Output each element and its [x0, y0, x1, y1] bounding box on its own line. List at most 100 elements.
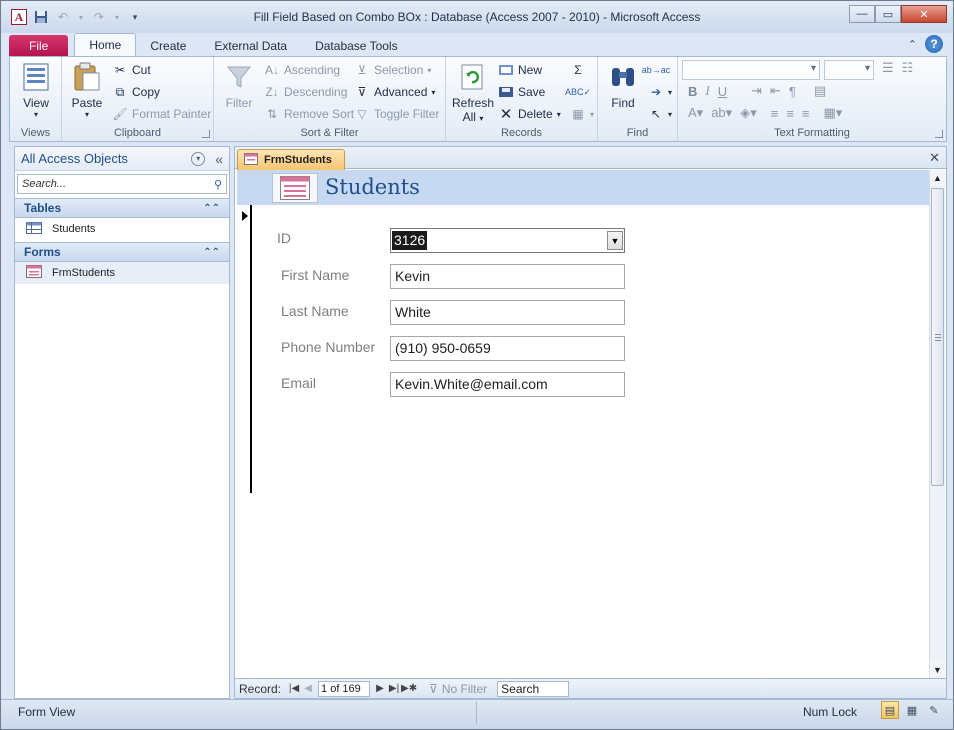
- align-center-icon[interactable]: ≡: [786, 106, 794, 121]
- tab-home[interactable]: Home: [74, 33, 137, 57]
- clipboard-launcher-icon[interactable]: [202, 130, 210, 138]
- last-record-icon[interactable]: ▶|: [387, 683, 401, 694]
- select-button[interactable]: ↖ ▾: [648, 104, 672, 124]
- font-family-combo[interactable]: [682, 60, 820, 80]
- num-lock-indicator: Num Lock: [802, 705, 857, 719]
- next-record-icon[interactable]: ▶: [373, 683, 387, 694]
- remove-sort-button[interactable]: ⇅ Remove Sort: [264, 104, 354, 124]
- collapse-tables-icon[interactable]: ⌃⌃: [203, 203, 220, 214]
- nav-search-box[interactable]: Search... ⚲: [17, 174, 227, 194]
- refresh-dropdown-icon: ▾: [479, 114, 484, 123]
- descending-button[interactable]: Z↓ Descending: [264, 82, 347, 102]
- search-icon[interactable]: ⚲: [214, 178, 222, 191]
- bold-icon[interactable]: B: [688, 84, 697, 99]
- tab-file[interactable]: File: [9, 35, 69, 57]
- fill-color-icon[interactable]: ◈▾: [740, 105, 757, 121]
- more-records-button[interactable]: ▦ ▾: [570, 104, 594, 124]
- selection-button[interactable]: ⊻ Selection ▾: [354, 60, 432, 80]
- goto-button[interactable]: ➔ ▾: [648, 82, 672, 102]
- first-name-field[interactable]: Kevin: [390, 264, 625, 289]
- design-view-icon[interactable]: ✎: [925, 701, 943, 719]
- collapse-forms-icon[interactable]: ⌃⌃: [203, 247, 220, 258]
- nav-group-tables[interactable]: Tables ⌃⌃: [15, 198, 229, 218]
- scissors-icon: ✂: [114, 63, 126, 77]
- spelling-check-icon: ABC✓: [564, 86, 592, 97]
- gridlines-icon[interactable]: ▤: [814, 83, 826, 99]
- align-left-icon[interactable]: ≡: [771, 106, 779, 121]
- scroll-down-icon[interactable]: ▼: [930, 662, 945, 678]
- delete-record-button[interactable]: ✕ Delete ▾: [498, 104, 561, 124]
- shutter-bar-close-icon[interactable]: «: [215, 151, 223, 167]
- maximize-button[interactable]: ▭: [875, 5, 901, 23]
- find-button[interactable]: Find: [602, 61, 644, 110]
- record-selector[interactable]: [235, 205, 252, 493]
- bullets-icon[interactable]: ☰: [882, 60, 894, 76]
- numbering-icon[interactable]: ☷: [902, 60, 914, 76]
- vertical-scrollbar[interactable]: ▲ ▼: [929, 170, 945, 678]
- outdent-icon[interactable]: ⇤: [770, 83, 781, 99]
- align-right-icon[interactable]: ≡: [802, 106, 810, 121]
- record-navigation-bar: Record: |◀ ◀ 1 of 169 ▶ ▶| ▶✱ ⊽ No Filte…: [235, 678, 946, 698]
- indent-icon[interactable]: ⇥: [751, 83, 762, 99]
- phone-number-field[interactable]: (910) 950-0659: [390, 336, 625, 361]
- nav-item-frmstudents-form[interactable]: FrmStudents: [15, 262, 229, 284]
- replace-button[interactable]: ab→ac: [642, 60, 671, 80]
- delete-dropdown-icon: ▾: [556, 109, 561, 119]
- toggle-filter-button[interactable]: ▽ Toggle Filter: [354, 104, 439, 124]
- filter-status[interactable]: ⊽ No Filter: [429, 682, 487, 696]
- help-icon[interactable]: ?: [925, 35, 943, 53]
- tab-database-tools[interactable]: Database Tools: [301, 35, 412, 57]
- save-label: Save: [518, 85, 546, 99]
- nav-menu-dropdown-icon[interactable]: ▾: [191, 151, 206, 166]
- font-color-icon[interactable]: A▾: [688, 105, 703, 121]
- copy-button[interactable]: ⧉ Copy: [112, 82, 160, 102]
- current-record-field[interactable]: 1 of 169: [318, 680, 371, 697]
- ascending-button[interactable]: A↓ Ascending: [264, 60, 340, 80]
- close-document-icon[interactable]: ✕: [929, 150, 940, 166]
- first-record-icon[interactable]: |◀: [287, 683, 301, 694]
- paste-button[interactable]: Paste ▾: [66, 61, 108, 119]
- view-button[interactable]: View ▾: [15, 61, 57, 119]
- remove-sort-icon: ⇅: [266, 107, 278, 121]
- form-view-icon[interactable]: ▤: [881, 701, 899, 719]
- scroll-up-icon[interactable]: ▲: [930, 170, 945, 186]
- nav-group-forms[interactable]: Forms ⌃⌃: [15, 242, 229, 262]
- id-combo-box[interactable]: 3126 ▼: [390, 228, 625, 253]
- previous-record-icon[interactable]: ◀: [301, 683, 315, 694]
- tab-create[interactable]: Create: [136, 35, 200, 57]
- cut-button[interactable]: ✂ Cut: [112, 60, 151, 80]
- close-window-button[interactable]: ✕: [901, 5, 947, 23]
- id-combo-dropdown-icon[interactable]: ▼: [607, 231, 623, 250]
- advanced-button[interactable]: ⊽ Advanced ▾: [354, 82, 436, 102]
- records-group-label: Records: [501, 127, 542, 139]
- email-field[interactable]: Kevin.White@email.com: [390, 372, 625, 397]
- underline-icon[interactable]: U: [718, 84, 727, 99]
- borders-icon[interactable]: ▦▾: [824, 105, 843, 121]
- save-record-button[interactable]: Save: [498, 82, 545, 102]
- tab-external-data[interactable]: External Data: [200, 35, 301, 57]
- layout-view-icon[interactable]: ▦: [903, 701, 921, 719]
- record-search-box[interactable]: Search: [497, 680, 570, 697]
- new-record-button[interactable]: New: [498, 60, 542, 80]
- first-name-label: First Name: [281, 267, 350, 283]
- more-grid-icon: ▦: [572, 107, 584, 121]
- new-blank-record-icon[interactable]: ▶✱: [401, 683, 417, 694]
- paragraph-direction-icon[interactable]: ¶: [789, 84, 796, 99]
- text-formatting-launcher-icon[interactable]: [935, 130, 943, 138]
- format-painter-button[interactable]: 🖌 Format Painter: [112, 104, 211, 124]
- filter-button[interactable]: Filter: [218, 61, 260, 110]
- minimize-button[interactable]: —: [849, 5, 875, 23]
- last-name-label: Last Name: [281, 303, 349, 319]
- totals-button[interactable]: Σ: [570, 60, 586, 80]
- minimize-ribbon-icon[interactable]: ⌃: [908, 38, 917, 51]
- font-size-combo[interactable]: [824, 60, 874, 80]
- last-name-field[interactable]: White: [390, 300, 625, 325]
- refresh-all-button[interactable]: Refresh All ▾: [450, 61, 496, 124]
- italic-icon[interactable]: I: [705, 83, 709, 99]
- nav-item-students-table[interactable]: Students: [15, 218, 229, 240]
- document-tab-frmstudents[interactable]: FrmStudents: [237, 149, 345, 170]
- spelling-button[interactable]: ABC✓: [564, 82, 592, 102]
- nav-pane-header[interactable]: All Access Objects ▾ «: [15, 147, 229, 171]
- highlight-icon[interactable]: ab▾: [711, 105, 732, 121]
- scrollbar-thumb[interactable]: [931, 188, 944, 486]
